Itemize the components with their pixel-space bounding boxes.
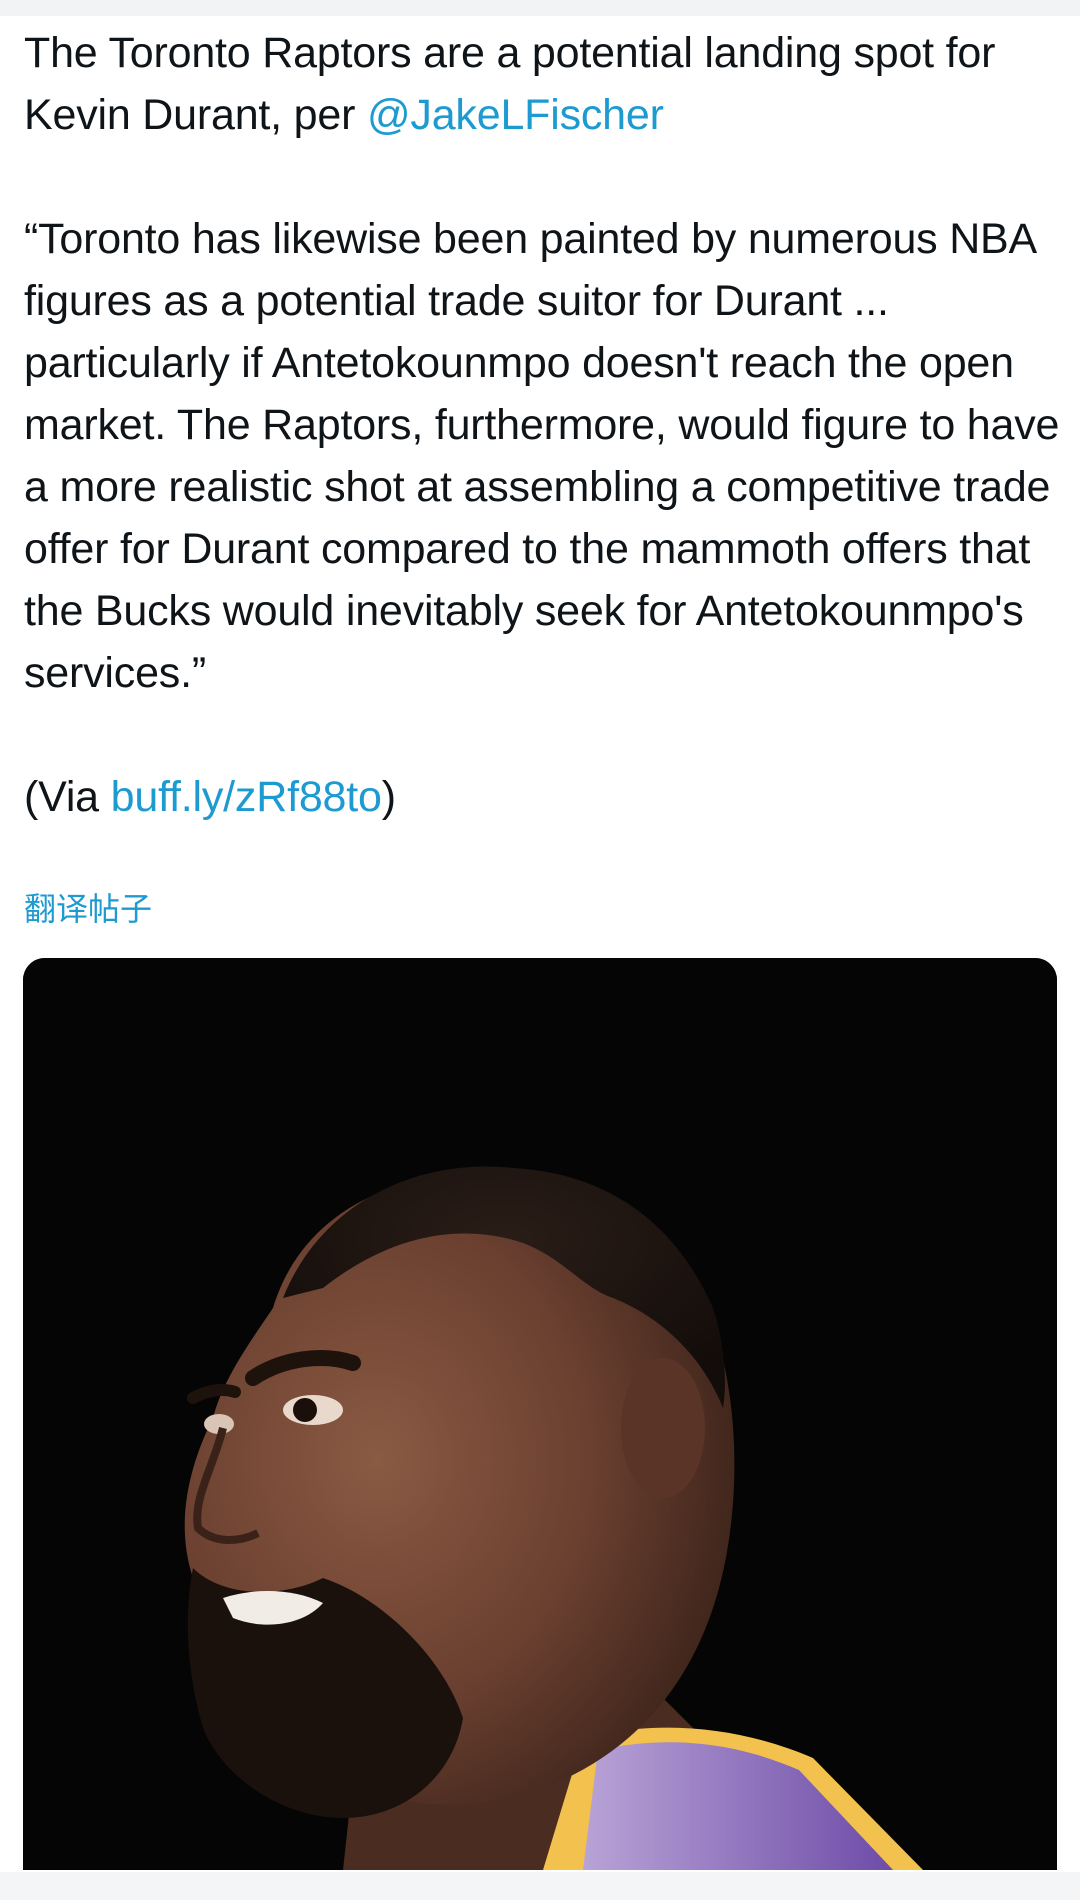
tweet-quote: “Toronto has likewise been painted by nu… [24, 215, 1060, 697]
bottom-strip [0, 1872, 1080, 1900]
player-photo [23, 958, 1057, 1870]
via-suffix: ) [381, 773, 396, 821]
tweet-headline: The Toronto Raptors are a potential land… [24, 22, 1064, 146]
via-link[interactable]: buff.ly/zRf88to [111, 773, 382, 821]
via-prefix: (Via [24, 773, 111, 821]
tweet-media-image[interactable] [23, 958, 1057, 1870]
tweet-via: (Via buff.ly/zRf88to) [24, 766, 1064, 828]
top-status-strip [0, 0, 1080, 16]
mention-link[interactable]: @JakeLFischer [367, 91, 664, 139]
translate-post-button[interactable]: 翻译帖子 [24, 888, 152, 930]
tweet-body: The Toronto Raptors are a potential land… [24, 22, 1064, 828]
